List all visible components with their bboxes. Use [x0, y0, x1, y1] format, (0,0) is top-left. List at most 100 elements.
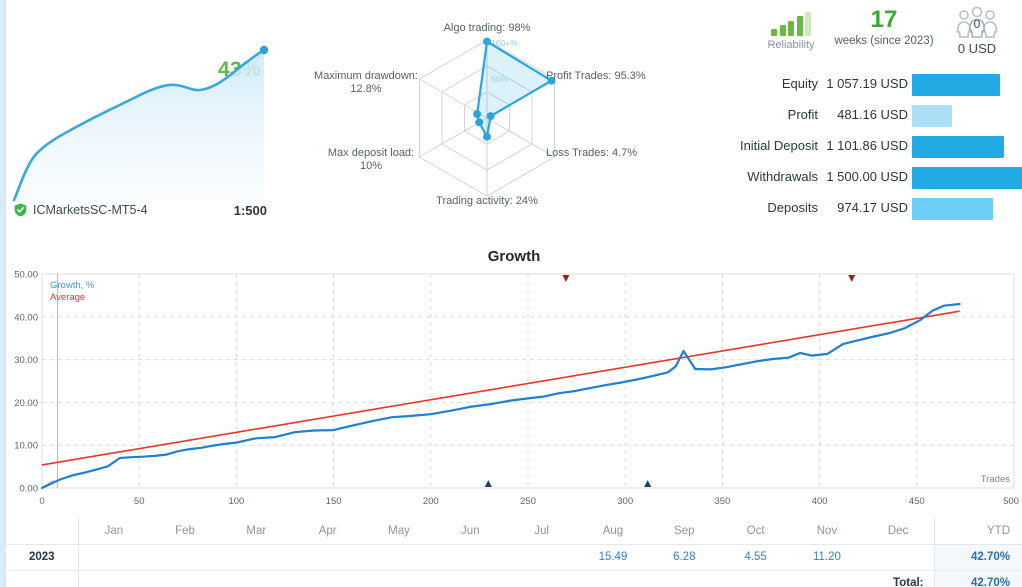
radar-label-algo-trading: Algo trading: 98% — [407, 22, 567, 35]
radar-label-loss-trades: Loss Trades: 4.7% — [546, 147, 637, 160]
x-axis-caption: Trades — [981, 474, 1010, 485]
table-row: 2023 15.49 6.28 4.55 11.20 42.70% — [6, 544, 1022, 570]
radar-label-max-deposit-load: Max deposit load: 10% — [316, 147, 426, 173]
growth-chart-panel: Growth — [6, 238, 1022, 523]
weeks-value: 17 — [824, 6, 944, 34]
cell-nov: 11.20 — [791, 544, 862, 570]
svg-text:250: 250 — [520, 496, 536, 507]
cell-apr — [292, 544, 363, 570]
header-oct: Oct — [720, 518, 791, 544]
header-year — [6, 518, 78, 544]
radar-label-maximum-drawdown-line2: 12.8% — [306, 83, 426, 96]
radar-label-max-deposit-load-line2: 10% — [316, 160, 426, 173]
svg-text:50: 50 — [134, 496, 145, 507]
stat-value: 1 057.19 USD — [824, 76, 908, 91]
header-ytd: YTD — [934, 518, 1022, 544]
stat-value: 1 500.00 USD — [824, 169, 908, 184]
header-jan: Jan — [78, 518, 149, 544]
header-apr: Apr — [292, 518, 363, 544]
subscribers-count: 0 — [934, 17, 1020, 31]
legend-growth-label: Growth, % — [50, 280, 95, 291]
stat-bar — [912, 74, 1000, 96]
radar-label-maximum-drawdown-line1: Maximum drawdown: — [306, 70, 426, 83]
weeks-label: weeks (since 2023) — [824, 35, 944, 47]
cell-aug: 15.49 — [577, 544, 648, 570]
cell-mar — [221, 544, 292, 570]
stat-label: Initial Deposit — [706, 138, 818, 153]
stat-value: 1 101.86 USD — [824, 138, 908, 153]
svg-text:50.00: 50.00 — [14, 270, 38, 281]
growth-chart[interactable]: 0.00 10.00 20.00 30.00 40.00 50.00 Growt… — [6, 266, 1022, 524]
radar-label-profit-trades: Profit Trades: 95.3% — [546, 70, 646, 83]
svg-text:100: 100 — [228, 496, 244, 507]
cell-feb — [149, 544, 220, 570]
svg-text:300: 300 — [617, 496, 633, 507]
row-year: 2023 — [6, 544, 78, 570]
header-aug: Aug — [577, 518, 648, 544]
table-total-row: Total: 42.70% — [6, 570, 1022, 587]
subscribers-badge: 0 0 USD — [934, 6, 1020, 56]
stat-row-initial-deposit: Initial Deposit 1 101.86 USD — [706, 132, 1022, 163]
header-nov: Nov — [791, 518, 862, 544]
svg-text:500: 500 — [1003, 496, 1019, 507]
cell-dec — [863, 544, 934, 570]
header-jun: Jun — [435, 518, 506, 544]
performance-radar-panel: 100+% 50% Algo trading: 98% Profit Trade… — [302, 0, 672, 238]
stat-value: 481.16 USD — [824, 107, 908, 122]
total-value: 42.70% — [934, 570, 1022, 587]
svg-text:10.00: 10.00 — [14, 441, 38, 452]
cell-jun — [435, 544, 506, 570]
total-spacer-cells — [78, 570, 863, 587]
leverage-label: 1:500 — [234, 203, 267, 218]
stat-label: Withdrawals — [706, 169, 818, 184]
total-label: Total: — [863, 570, 934, 587]
growth-sparkline-panel: 43% ICMarketsSC-MT5-4 1:500 — [6, 0, 296, 238]
cell-jan — [78, 544, 149, 570]
signal-dashboard: 43% ICMarketsSC-MT5-4 1:500 — [6, 0, 1022, 587]
stat-label: Deposits — [706, 200, 818, 215]
header-mar: Mar — [221, 518, 292, 544]
sparkline-endpoint — [260, 46, 268, 54]
total-spacer — [6, 570, 78, 587]
svg-text:350: 350 — [714, 496, 730, 507]
stats-list: Equity 1 057.19 USD Profit 481.16 USD In… — [706, 70, 1022, 225]
svg-text:0: 0 — [39, 496, 44, 507]
svg-text:150: 150 — [326, 496, 342, 507]
stat-bar — [912, 105, 952, 127]
svg-text:0.00: 0.00 — [20, 484, 39, 495]
svg-text:400: 400 — [812, 496, 828, 507]
header-feb: Feb — [149, 518, 220, 544]
header-sep: Sep — [649, 518, 720, 544]
stat-bar — [912, 198, 993, 220]
cell-ytd: 42.70% — [934, 544, 1022, 570]
growth-chart-title: Growth — [6, 248, 1022, 265]
svg-text:30.00: 30.00 — [14, 355, 38, 366]
broker-name-label: ICMarketsSC-MT5-4 — [33, 203, 148, 217]
stat-label: Equity — [706, 76, 818, 91]
cell-may — [363, 544, 434, 570]
badges-row: Reliability 17 weeks (since 2023) — [706, 6, 1022, 62]
weeks-badge: 17 weeks (since 2023) — [824, 6, 944, 47]
stat-bar — [912, 136, 1004, 158]
stat-row-deposits: Deposits 974.17 USD — [706, 194, 1022, 225]
cell-oct: 4.55 — [720, 544, 791, 570]
header-dec: Dec — [863, 518, 934, 544]
summary-row: 43% ICMarketsSC-MT5-4 1:500 — [6, 0, 1022, 238]
radar-label-trading-activity: Trading activity: 24% — [407, 195, 567, 208]
stat-bar — [912, 167, 1022, 189]
header-jul: Jul — [506, 518, 577, 544]
stat-row-equity: Equity 1 057.19 USD — [706, 70, 1022, 101]
stat-row-withdrawals: Withdrawals 1 500.00 USD — [706, 163, 1022, 194]
radar-label-maximum-drawdown: Maximum drawdown: 12.8% — [306, 70, 426, 96]
stat-value: 974.17 USD — [824, 200, 908, 215]
cell-jul — [506, 544, 577, 570]
svg-text:20.00: 20.00 — [14, 398, 38, 409]
svg-text:40.00: 40.00 — [14, 312, 38, 323]
svg-text:450: 450 — [909, 496, 925, 507]
monthly-returns-table: Jan Feb Mar Apr May Jun Jul Aug Sep Oct … — [6, 518, 1022, 587]
legend-average-label: Average — [50, 292, 85, 303]
shield-check-icon — [14, 203, 27, 217]
subscribers-amount: 0 USD — [934, 41, 1020, 56]
account-stats-panel: Reliability 17 weeks (since 2023) — [706, 0, 1022, 238]
stat-label: Profit — [706, 107, 818, 122]
